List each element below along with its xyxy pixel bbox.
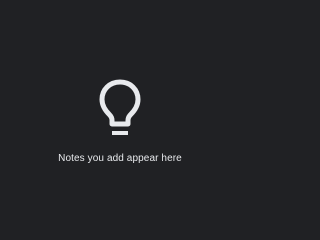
empty-state-message: Notes you add appear here [58,153,182,164]
notes-screen: Notes you add appear here [0,0,240,240]
lightbulb-icon [98,78,142,140]
empty-notes-state: Notes you add appear here [0,0,240,240]
